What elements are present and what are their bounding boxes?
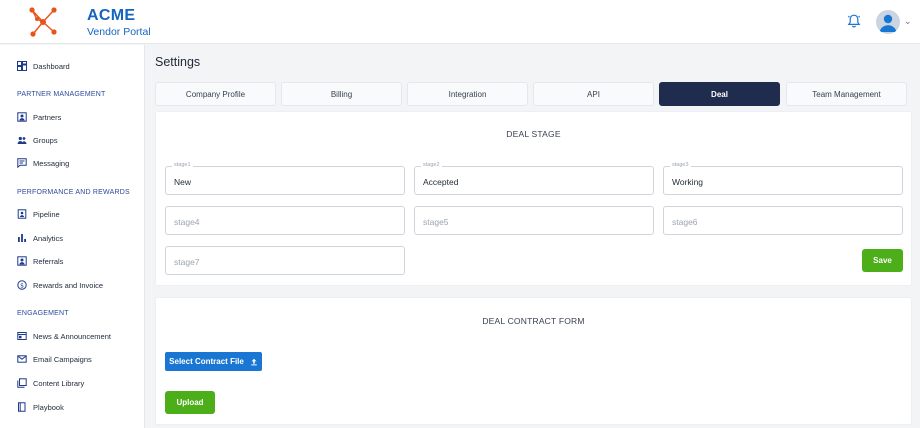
groups-icon (17, 136, 27, 144)
bar-chart-icon (18, 234, 26, 242)
deal-stage-title: DEAL STAGE (506, 129, 561, 139)
svg-text:$: $ (20, 282, 24, 289)
tab-integration[interactable]: Integration (407, 82, 528, 106)
section-partner-management: PARTNER MANAGEMENT (17, 91, 106, 98)
field-placeholder: stage7 (174, 257, 200, 267)
sidebar-item-label: Groups (33, 135, 58, 145)
sidebar-item-email[interactable]: Email Campaigns (17, 351, 92, 367)
referrals-icon (17, 256, 27, 266)
sidebar-item-label: Pipeline (33, 209, 60, 219)
contract-form-title: DEAL CONTRACT FORM (482, 316, 585, 326)
tab-team-management[interactable]: Team Management (786, 82, 907, 106)
stage7-field[interactable]: stage7 (165, 246, 405, 275)
tab-company-profile[interactable]: Company Profile (155, 82, 276, 106)
stage3-field[interactable]: stage3 Working (663, 162, 903, 195)
field-placeholder: stage4 (174, 217, 200, 227)
sidebar-item-content[interactable]: Content Library (17, 375, 84, 391)
field-label: stage2 (421, 162, 442, 168)
sidebar-item-label: Partners (33, 112, 62, 122)
stage4-field[interactable]: stage4 (165, 206, 405, 235)
partners-icon (17, 112, 27, 122)
upload-button[interactable]: Upload (165, 391, 215, 414)
section-engagement: ENGAGEMENT (17, 310, 69, 317)
message-icon (17, 158, 27, 168)
deal-stage-card: DEAL STAGE stage1 New stage2 Accepted st… (155, 111, 912, 286)
button-label: Select Contract File (169, 357, 244, 366)
sidebar-item-messaging[interactable]: Messaging (17, 155, 69, 171)
sidebar-item-label: Playbook (33, 402, 64, 412)
sidebar-item-pipeline[interactable]: Pipeline (17, 206, 60, 222)
dashboard-icon (17, 61, 27, 71)
email-icon (17, 355, 27, 363)
coin-icon: $ (17, 280, 27, 290)
sidebar-item-groups[interactable]: Groups (17, 132, 58, 148)
sidebar-item-partners[interactable]: Partners (17, 109, 61, 125)
sidebar-item-dashboard[interactable]: Dashboard (17, 58, 70, 74)
stage2-field[interactable]: stage2 Accepted (414, 162, 654, 195)
sidebar-item-label: Messaging (33, 158, 70, 168)
top-bar: ACME Vendor Portal ⌄ (0, 0, 920, 44)
tab-billing[interactable]: Billing (281, 82, 402, 106)
sidebar-item-news[interactable]: News & Announcement (17, 328, 111, 344)
contract-form-card: DEAL CONTRACT FORM Select Contract File … (155, 297, 912, 425)
page-title: Settings (155, 55, 201, 69)
sidebar-item-label: Analytics (33, 233, 64, 243)
sidebar-item-label: Content Library (33, 378, 85, 388)
save-button[interactable]: Save (862, 249, 903, 272)
sidebar: Dashboard PARTNER MANAGEMENT Partners Gr… (0, 45, 145, 428)
library-icon (17, 378, 27, 388)
sidebar-item-referrals[interactable]: Referrals (17, 253, 63, 269)
sidebar-item-rewards[interactable]: $ Rewards and Invoice (17, 277, 103, 293)
brand-title: ACME (87, 7, 136, 24)
sidebar-item-label: Rewards and Invoice (33, 280, 104, 290)
field-value: New (174, 177, 192, 187)
stage1-field[interactable]: stage1 New (165, 162, 405, 195)
user-avatar-icon[interactable] (876, 10, 900, 34)
sidebar-item-analytics[interactable]: Analytics (17, 230, 63, 246)
pipeline-icon (17, 209, 27, 219)
sidebar-item-label: Dashboard (33, 61, 70, 71)
stage6-field[interactable]: stage6 (663, 206, 903, 235)
field-value: Working (672, 177, 704, 187)
stage5-field[interactable]: stage5 (414, 206, 654, 235)
sidebar-item-label: News & Announcement (33, 331, 111, 341)
section-performance: PERFORMANCE AND REWARDS (17, 189, 130, 196)
field-label: stage1 (172, 162, 193, 168)
field-placeholder: stage5 (423, 217, 449, 227)
book-icon (18, 402, 26, 412)
sidebar-item-playbook[interactable]: Playbook (17, 399, 64, 415)
news-icon (17, 332, 27, 340)
tab-deal[interactable]: Deal (659, 82, 780, 106)
field-label: stage3 (670, 162, 691, 168)
bell-icon[interactable] (846, 13, 862, 29)
brand-subtitle: Vendor Portal (87, 26, 151, 38)
chevron-down-icon[interactable]: ⌄ (904, 16, 912, 27)
field-value: Accepted (423, 177, 459, 187)
network-logo-icon[interactable] (27, 4, 59, 40)
field-placeholder: stage6 (672, 217, 698, 227)
sidebar-item-label: Referrals (33, 256, 64, 266)
select-contract-file-button[interactable]: Select Contract File (165, 352, 262, 371)
tab-api[interactable]: API (533, 82, 654, 106)
upload-icon (251, 358, 257, 365)
sidebar-item-label: Email Campaigns (33, 354, 92, 364)
